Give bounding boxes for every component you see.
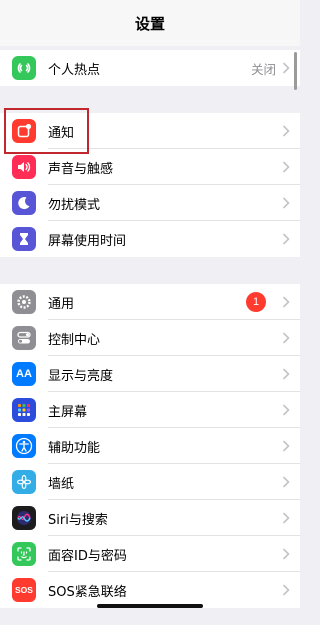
chevron-right-icon	[282, 197, 290, 209]
row-label: 通用	[48, 296, 75, 312]
hourglass-icon	[12, 227, 36, 251]
home-screen-icon	[12, 398, 36, 422]
sos-icon-text: SOS	[15, 585, 33, 595]
row-control-center[interactable]: 控制中心	[0, 320, 300, 356]
row-label: 主屏幕	[48, 404, 88, 420]
row-screen-time[interactable]: 屏幕使用时间	[0, 221, 300, 257]
group-hotspot: 个人热点 关闭	[0, 50, 300, 86]
row-label: 勿扰模式	[48, 197, 101, 213]
chevron-right-icon	[282, 476, 290, 488]
row-label: SOS紧急联络	[48, 584, 127, 600]
row-display-brightness[interactable]: AA 显示与亮度	[0, 356, 300, 392]
page-title: 设置	[134, 14, 165, 33]
row-label: Siri与搜索	[48, 512, 108, 528]
sos-icon: SOS	[12, 578, 36, 602]
row-sounds-haptics[interactable]: 声音与触感	[0, 149, 300, 185]
chevron-right-icon	[282, 440, 290, 452]
chevron-right-icon	[282, 125, 290, 137]
row-home-screen[interactable]: 主屏幕	[0, 392, 300, 428]
home-indicator[interactable]	[97, 604, 203, 608]
row-label: 面容ID与密码	[48, 548, 127, 564]
group-general: 通用 1 控制中心 AA 显示与亮度 主屏幕 辅助功能 墙纸 Siri与搜索 面…	[0, 284, 300, 608]
row-label: 个人热点	[48, 62, 101, 78]
row-siri-search[interactable]: Siri与搜索	[0, 500, 300, 536]
control-center-icon	[12, 326, 36, 350]
accessibility-icon	[12, 434, 36, 458]
chevron-right-icon	[282, 296, 290, 308]
row-do-not-disturb[interactable]: 勿扰模式	[0, 185, 300, 221]
scroll-indicator[interactable]	[294, 52, 297, 90]
chevron-right-icon	[282, 368, 290, 380]
chevron-right-icon	[282, 332, 290, 344]
chevron-right-icon	[282, 548, 290, 560]
hotspot-icon	[12, 56, 36, 80]
row-label: 辅助功能	[48, 440, 101, 456]
wallpaper-icon	[12, 470, 36, 494]
siri-icon	[12, 506, 36, 530]
chevron-right-icon	[282, 404, 290, 416]
row-wallpaper[interactable]: 墙纸	[0, 464, 300, 500]
row-label: 控制中心	[48, 332, 101, 348]
row-emergency-sos[interactable]: SOS SOS紧急联络	[0, 572, 300, 608]
nav-bar: 设置	[0, 0, 300, 46]
hotspot-status: 关闭	[250, 61, 276, 77]
face-id-icon	[12, 542, 36, 566]
chevron-right-icon	[282, 161, 290, 173]
row-label: 墙纸	[48, 476, 75, 492]
row-accessibility[interactable]: 辅助功能	[0, 428, 300, 464]
moon-icon	[12, 191, 36, 215]
notifications-icon	[12, 119, 36, 143]
row-notifications[interactable]: 通知	[0, 113, 300, 149]
chevron-right-icon	[282, 512, 290, 524]
row-general[interactable]: 通用 1	[0, 284, 300, 320]
display-icon: AA	[12, 362, 36, 386]
row-personal-hotspot[interactable]: 个人热点 关闭	[0, 50, 300, 86]
row-label: 声音与触感	[48, 161, 114, 177]
chevron-right-icon	[282, 62, 290, 74]
gear-icon	[12, 290, 36, 314]
row-label: 通知	[48, 125, 75, 141]
sound-icon	[12, 155, 36, 179]
row-label: 显示与亮度	[48, 368, 114, 384]
row-label: 屏幕使用时间	[48, 233, 127, 249]
row-face-id-passcode[interactable]: 面容ID与密码	[0, 536, 300, 572]
chevron-right-icon	[282, 584, 290, 596]
update-badge: 1	[246, 292, 266, 312]
group-notifications: 通知 声音与触感 勿扰模式 屏幕使用时间	[0, 113, 300, 257]
display-icon-text: AA	[16, 368, 32, 380]
chevron-right-icon	[282, 233, 290, 245]
